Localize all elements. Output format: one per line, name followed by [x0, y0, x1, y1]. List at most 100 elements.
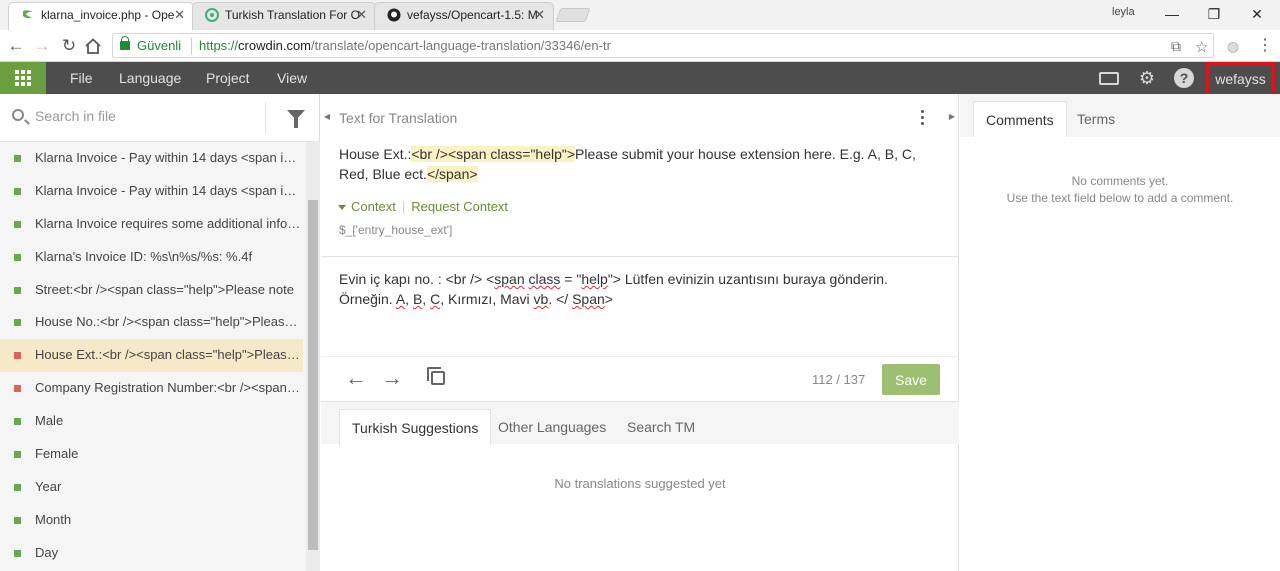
browser-tab-klarna[interactable]: klarna_invoice.php - Ope ✕	[8, 2, 194, 30]
url-path: /translate/opencart-language-translation…	[311, 38, 611, 53]
crowdin-favicon-icon	[205, 8, 219, 22]
copy-source-icon[interactable]	[427, 367, 445, 385]
list-item[interactable]: Male	[0, 405, 303, 438]
url-divider	[191, 38, 192, 54]
list-item[interactable]: Female	[0, 438, 303, 471]
translation-part: ,	[422, 291, 431, 307]
menu-view[interactable]: View	[277, 62, 307, 94]
spellcheck-word: span	[494, 271, 525, 287]
request-context-link[interactable]: Request Context	[411, 199, 508, 214]
collapse-left-icon[interactable]: ◀	[322, 112, 332, 126]
list-item[interactable]: Street:<br /><span class="help">Please n…	[0, 274, 303, 307]
list-item-text: Month	[35, 511, 72, 527]
panel-title: Text for Translation	[339, 110, 458, 126]
home-icon[interactable]	[84, 38, 102, 54]
close-tab-icon[interactable]: ✕	[174, 3, 185, 27]
restore-icon[interactable]: ❐	[1199, 3, 1229, 25]
list-item[interactable]: Company Registration Number:<br /><span …	[0, 372, 303, 405]
list-item[interactable]: Month	[0, 504, 303, 537]
more-options-icon[interactable]	[920, 110, 926, 128]
context-toggle[interactable]: Context	[338, 199, 396, 214]
close-window-icon[interactable]: ✕	[1242, 3, 1272, 25]
browser-tab-title: klarna_invoice.php - Ope	[41, 8, 175, 22]
list-item-text: House No.:<br /><span class="help">Pleas…	[35, 314, 303, 330]
reload-icon[interactable]: ↻	[57, 34, 81, 58]
collapse-right-icon[interactable]: ▶	[947, 112, 957, 126]
keyboard-icon[interactable]	[1099, 72, 1119, 85]
list-item[interactable]: Year	[0, 471, 303, 504]
browser-tab-github[interactable]: vefayss/Opencart-1.5: M ✕	[374, 2, 554, 30]
browser-tab-title: vefayss/Opencart-1.5: M	[407, 8, 538, 22]
scrollbar-thumb[interactable]	[308, 200, 318, 550]
gear-icon[interactable]: ⚙	[1136, 67, 1158, 89]
save-button[interactable]: Save	[882, 364, 940, 395]
status-dot	[14, 385, 21, 393]
status-dot	[14, 451, 21, 459]
list-item-selected[interactable]: House Ext.:<br /><span class="help">Plea…	[0, 339, 303, 373]
translation-part: . </	[548, 291, 573, 307]
extension-icon[interactable]: ◍	[1221, 34, 1245, 58]
search-row	[0, 94, 320, 142]
spellcheck-word: Span	[572, 291, 605, 307]
bookmark-star-icon[interactable]: ☆	[1195, 38, 1208, 56]
translation-part: ,	[405, 291, 413, 307]
menu-file[interactable]: File	[70, 62, 93, 94]
tab-other-languages[interactable]: Other Languages	[486, 409, 618, 445]
tab-terms[interactable]: Terms	[1065, 101, 1127, 137]
browser-tab-crowdin[interactable]: Turkish Translation For O ✕	[192, 2, 376, 30]
translation-part: Evin iç kapı no. : <br /> <	[339, 271, 495, 287]
menu-language[interactable]: Language	[119, 62, 181, 94]
tab-turkish-suggestions[interactable]: Turkish Suggestions	[339, 409, 492, 445]
list-item-text: Male	[35, 413, 64, 429]
status-dot	[14, 319, 21, 327]
minimize-icon[interactable]: —	[1157, 3, 1187, 25]
back-arrow-icon[interactable]: ←	[4, 34, 28, 58]
list-item[interactable]: House No.:<br /><span class="help">Pleas…	[0, 306, 303, 339]
source-text: House Ext.:<br /><span class="help">Plea…	[339, 144, 939, 184]
previous-string-icon[interactable]: ←	[344, 367, 368, 391]
close-tab-icon[interactable]: ✕	[356, 3, 367, 27]
status-dot	[14, 483, 21, 491]
context-key: $_['entry_house_ext']	[339, 223, 453, 237]
app-toolbar: File Language Project View ⚙ ? wefayss	[0, 62, 1280, 96]
string-list-scrollbar[interactable]	[306, 142, 320, 571]
user-menu[interactable]: wefayss	[1206, 62, 1275, 96]
status-dot	[14, 516, 21, 524]
list-item[interactable]: Klarna Invoice requires some additional …	[0, 208, 303, 241]
list-item-text: Klarna Invoice - Pay within 14 days <spa…	[35, 150, 303, 165]
search-icon	[12, 109, 24, 121]
string-list: Klarna Invoice - Pay within 14 days <spa…	[0, 142, 306, 571]
new-tab-button[interactable]	[555, 8, 591, 22]
list-item[interactable]: Day	[0, 537, 303, 570]
list-item[interactable]: Klarna's Invoice ID: %s\n%s/%s: %.4f	[0, 241, 303, 274]
suggestion-tabs: Turkish Suggestions Other Languages Sear…	[321, 401, 959, 445]
caret-down-icon	[338, 205, 346, 211]
next-string-icon[interactable]: →	[380, 367, 404, 391]
status-dot	[14, 187, 21, 195]
apps-grid-button[interactable]	[0, 62, 46, 94]
list-item-text: Klarna Invoice requires some additional …	[35, 215, 303, 231]
chrome-menu-icon[interactable]: ⋮	[1253, 34, 1277, 58]
url-host: crowdin.com	[238, 38, 311, 53]
no-comments-title: No comments yet.	[1071, 174, 1169, 188]
translation-textarea[interactable]: Evin iç kapı no. : <br /> <span class = …	[321, 256, 959, 356]
filter-icon[interactable]	[287, 110, 305, 128]
source-html-tag: <br /><span class="help">	[411, 146, 576, 162]
close-tab-icon[interactable]: ✕	[534, 3, 545, 27]
translate-page-icon[interactable]: ⧉	[1171, 38, 1181, 55]
status-dot	[14, 155, 21, 162]
list-item-text: Day	[35, 544, 59, 560]
url-text: https://crowdin.com/translate/opencart-l…	[199, 38, 611, 53]
translation-text[interactable]: Evin iç kapı no. : <br /> <span class = …	[339, 269, 939, 309]
status-dot	[14, 549, 21, 557]
menu-project[interactable]: Project	[206, 62, 250, 94]
tab-search-tm[interactable]: Search TM	[615, 409, 707, 445]
tab-comments[interactable]: Comments	[973, 101, 1067, 137]
opencart-favicon-icon	[23, 10, 33, 19]
list-item[interactable]: Klarna Invoice - Pay within 14 days <spa…	[0, 142, 303, 175]
forward-arrow-icon[interactable]: →	[30, 34, 54, 58]
list-item[interactable]: Klarna Invoice - Pay within 14 days <spa…	[0, 175, 303, 208]
search-input[interactable]	[35, 108, 255, 124]
help-icon[interactable]: ?	[1174, 68, 1194, 88]
url-field[interactable]: Güvenli https://crowdin.com/translate/op…	[112, 33, 1214, 58]
